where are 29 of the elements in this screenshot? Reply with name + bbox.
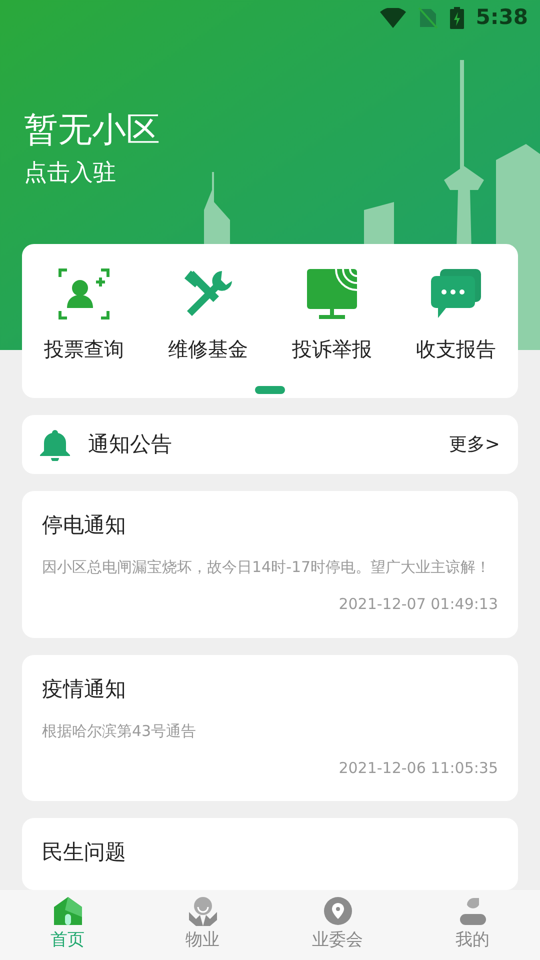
wifi-icon	[380, 8, 406, 28]
more-link[interactable]: 更多>	[448, 431, 500, 458]
notice-card[interactable]: 疫情通知 根据哈尔滨第43号通告 2021-12-06 11:05:35	[22, 654, 518, 801]
user-add-icon	[58, 268, 110, 320]
bell-icon	[40, 428, 70, 461]
notice-title: 疫情通知	[42, 676, 127, 702]
status-time: 5:38	[476, 4, 528, 32]
notice-card[interactable]: 停电通知 因小区总电闸漏宝烧坏，故今日14时-17时停电。望广大业主谅解！ 2021-12-07 01:49:13	[22, 491, 518, 638]
notice-body: 因小区总电闸漏宝烧坏，故今日14时-17时停电。望广大业主谅解！	[42, 557, 492, 578]
monitor-icon	[306, 268, 358, 320]
quick-action-button[interactable]: 维修基金	[153, 268, 263, 364]
battery-charging-icon	[450, 7, 464, 29]
notice-title: 民生问题	[42, 839, 127, 866]
house-icon	[52, 896, 82, 926]
quick-action-button[interactable]: 收支报告	[401, 268, 511, 364]
notice-card[interactable]: 民生问题	[22, 818, 518, 890]
location-pin-icon	[322, 896, 352, 926]
notice-title: 停电通知	[42, 512, 127, 539]
notice-heading: 通知公告	[88, 430, 172, 458]
notice-date: 2021-12-07 01:49:13	[338, 594, 498, 615]
user-icon	[458, 896, 488, 926]
notice-date: 2021-12-06 11:05:35	[338, 758, 498, 778]
notice-body: 根据哈尔滨第43号通告	[42, 720, 198, 742]
quick-action-button[interactable]: 投诉举报	[277, 268, 387, 364]
community-title: 暂无小区	[24, 109, 161, 152]
quick-action-button[interactable]: 投票查询	[29, 268, 139, 364]
person-hands-icon	[188, 896, 218, 926]
no-sim-icon	[418, 7, 438, 29]
chat-icon	[430, 268, 482, 320]
